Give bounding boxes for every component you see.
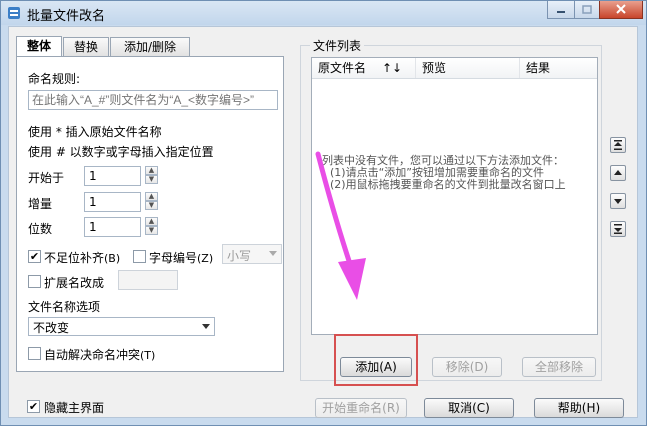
annotation-arrow-icon bbox=[315, 151, 366, 300]
